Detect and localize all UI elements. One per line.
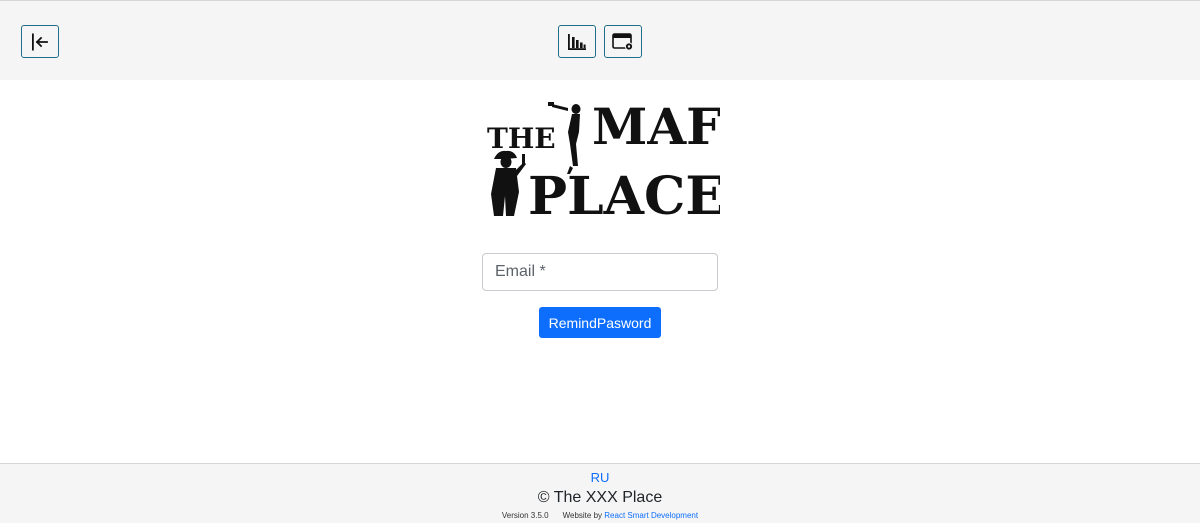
top-toolbar (0, 0, 1200, 80)
logo-text-maf: MAF (592, 97, 720, 156)
website-by-text: Website by (562, 511, 603, 520)
developer-link[interactable]: React Smart Development (604, 511, 698, 520)
logo-text-place: PLACE (528, 166, 720, 222)
maf-place-logo: THE MAF PLACE (484, 96, 720, 222)
version-text: Version 3.5.0 (501, 511, 549, 520)
logout-button[interactable] (21, 25, 59, 58)
logout-icon (32, 33, 48, 50)
bar-chart-icon (568, 33, 586, 50)
copyright-text: © The XXX Place (537, 489, 663, 506)
window-settings-button[interactable] (604, 25, 642, 58)
gangster-silhouette-icon (491, 150, 526, 216)
language-switch-link[interactable]: RU (0, 470, 1200, 485)
footer-meta: Version 3.5.0 Website by React Smart Deve… (0, 511, 1200, 520)
statistics-button[interactable] (558, 25, 596, 58)
browser-window-settings-icon (612, 32, 634, 51)
email-input[interactable] (482, 253, 718, 291)
footer: RU © The XXX Place Version 3.5.0 Website … (0, 463, 1200, 523)
remind-password-button[interactable]: RemindPasword (539, 307, 661, 338)
logo-text-the: THE (487, 122, 556, 155)
